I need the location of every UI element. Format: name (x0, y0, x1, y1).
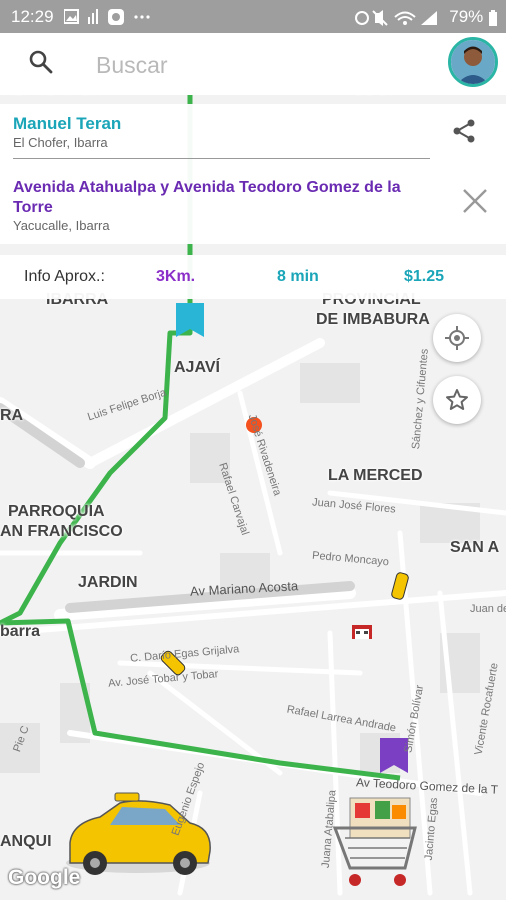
favorites-button[interactable] (433, 376, 481, 424)
close-icon[interactable] (462, 188, 488, 219)
driver-card[interactable]: Manuel Teran El Chofer, Ibarra (0, 104, 506, 162)
my-location-button[interactable] (433, 314, 481, 362)
map-label-jardin: JARDIN (78, 574, 138, 591)
star-icon (446, 389, 468, 410)
driver-subtitle: El Chofer, Ibarra (13, 135, 108, 150)
map-label-ra: RA (0, 407, 24, 424)
notification-icons (63, 8, 154, 31)
battery-percent: 79% (449, 7, 484, 26)
destination-subtitle: Yacucalle, Ibarra (13, 218, 110, 233)
trip-info-bar: Info Aprox.: 3Km. 8 min $1.25 (0, 255, 506, 299)
driver-name: Manuel Teran (13, 114, 122, 133)
search-icon[interactable] (28, 49, 54, 80)
avatar[interactable] (448, 37, 498, 87)
map-label-barra: barra (0, 623, 41, 640)
map-label-anqui: ANQUI (0, 833, 52, 850)
map-label-la-merced: LA MERCED (328, 467, 423, 484)
info-label: Info Aprox.: (24, 268, 105, 285)
building-poi-icon (352, 625, 372, 639)
map-label-de-imbabura: DE IMBABURA (316, 311, 430, 328)
system-status: 79% (354, 7, 499, 27)
info-price: $1.25 (404, 268, 445, 285)
share-icon[interactable] (452, 118, 476, 149)
destination-card[interactable]: Avenida Atahualpa y Avenida Teodoro Gome… (0, 162, 506, 244)
search-input[interactable]: Buscar (96, 52, 168, 79)
status-bar: 12:29 79% (0, 0, 506, 33)
status-time: 12:29 (11, 7, 54, 26)
my-location-icon (445, 326, 469, 350)
map-label-san-a: SAN A (450, 539, 500, 556)
search-bar[interactable]: Buscar (0, 33, 506, 95)
info-time: 8 min (277, 268, 319, 285)
street-label: Juan de (470, 603, 506, 615)
info-distance: 3Km. (156, 268, 196, 285)
map-label-san-francisco: AN FRANCISCO (0, 523, 123, 540)
google-logo: Google (8, 866, 81, 889)
map-label-parroquia: PARROQUIA (8, 503, 105, 520)
map-label-ajavi: AJAVÍ (174, 359, 220, 376)
divider (13, 158, 430, 159)
destination-title: Avenida Atahualpa y Avenida Teodoro Gome… (13, 179, 401, 216)
